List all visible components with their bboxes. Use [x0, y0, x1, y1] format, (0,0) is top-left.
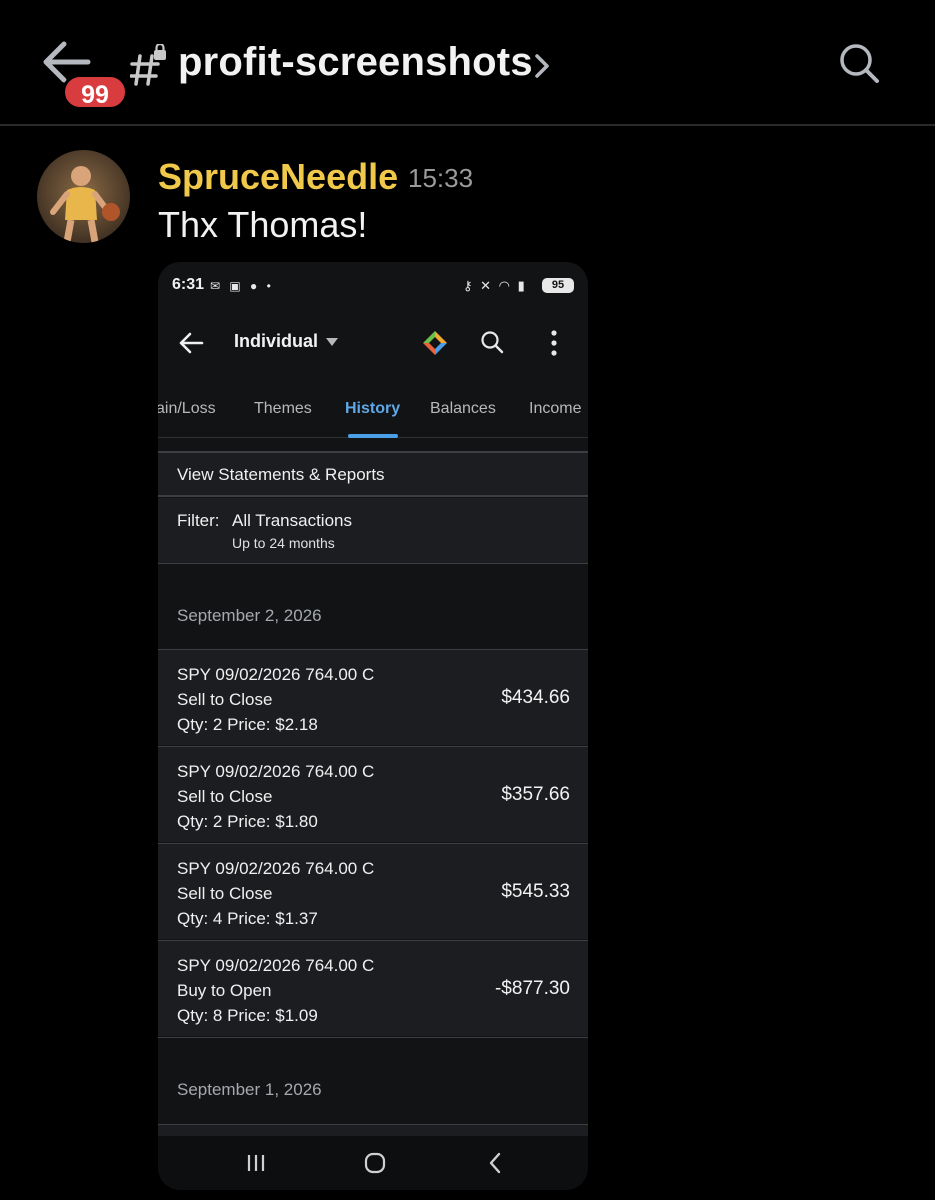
- date-header: September 2, 2026: [177, 606, 322, 625]
- battery-indicator: 95: [542, 278, 574, 293]
- message-username[interactable]: SpruceNeedle: [158, 156, 398, 198]
- tab-balances[interactable]: Balances: [430, 400, 496, 418]
- transaction-details: Qty: 4 Price: $1.37: [177, 909, 318, 928]
- home-icon[interactable]: [364, 1152, 386, 1174]
- transaction-amount: $434.66: [501, 687, 570, 708]
- message-text: Thx Thomas!: [158, 204, 368, 245]
- transaction-row[interactable]: SPY 09/02/2026 764.00 C Buy to Open Qty:…: [158, 940, 588, 1036]
- overflow-menu-icon[interactable]: [542, 328, 566, 358]
- account-selector[interactable]: Individual: [234, 331, 318, 352]
- unread-badge: 99: [62, 74, 128, 110]
- app-bar: Individual: [158, 310, 588, 376]
- app-logo-icon[interactable]: [422, 330, 448, 356]
- recent-apps-icon[interactable]: [246, 1154, 266, 1172]
- transaction-symbol: SPY 09/02/2026 764.00 C: [177, 665, 375, 684]
- transaction-action: Sell to Close: [177, 787, 273, 806]
- transaction-symbol: SPY 09/02/2026 764.00 C: [177, 762, 375, 781]
- transaction-details: Qty: 8 Price: $1.09: [177, 1006, 318, 1025]
- back-chevron-icon[interactable]: [488, 1152, 502, 1174]
- transaction-amount: $545.33: [501, 881, 570, 902]
- system-status-icons: ⚷ ✕ ◠ ▮: [463, 278, 527, 293]
- filter-value: All Transactions: [232, 511, 352, 530]
- transaction-amount: -$877.30: [494, 978, 570, 999]
- search-icon[interactable]: [838, 42, 880, 84]
- tab-income[interactable]: Income: [529, 400, 581, 418]
- transaction-row[interactable]: SPY 09/02/2026 764.00 C Sell to Close Qt…: [158, 649, 588, 745]
- statements-reports-label: View Statements & Reports: [177, 465, 385, 484]
- phone-status-bar: 6:31 ✉ ▣ ● • ⚷ ✕ ◠ ▮ 95: [158, 262, 588, 310]
- transaction-amount: $357.66: [501, 784, 570, 805]
- attached-screenshot[interactable]: 6:31 ✉ ▣ ● • ⚷ ✕ ◠ ▮ 95 Individual ain/L…: [158, 262, 588, 1190]
- filter-range: Up to 24 months: [232, 535, 335, 551]
- chevron-right-icon[interactable]: [532, 52, 552, 80]
- statements-reports-link[interactable]: View Statements & Reports: [158, 451, 588, 497]
- message-timestamp: 15:33: [408, 163, 474, 193]
- list-divider: [158, 1037, 588, 1038]
- tab-bar: ain/Loss Themes History Balances Income: [158, 386, 588, 438]
- status-time: 6:31: [172, 276, 205, 293]
- transaction-details: Qty: 2 Price: $2.18: [177, 715, 318, 734]
- transaction-row[interactable]: SPY 09/02/2026 764.00 C Sell to Close Qt…: [158, 746, 588, 842]
- transaction-row[interactable]: SPY 09/02/2026 764.00 C Sell to Close Qt…: [158, 843, 588, 939]
- date-header: September 1, 2026: [177, 1080, 322, 1099]
- tab-gain-loss[interactable]: ain/Loss: [158, 400, 216, 418]
- user-avatar[interactable]: [37, 150, 130, 243]
- search-icon[interactable]: [480, 330, 504, 354]
- transaction-symbol: SPY 09/02/2026 764.00 C: [177, 859, 375, 878]
- transaction-action: Sell to Close: [177, 884, 273, 903]
- transaction-symbol: SPY 09/02/2026 764.00 C: [177, 956, 375, 975]
- transaction-filter[interactable]: Filter: All Transactions Up to 24 months: [158, 498, 588, 564]
- transaction-row[interactable]: [158, 1124, 588, 1136]
- transaction-action: Sell to Close: [177, 690, 273, 709]
- tab-themes[interactable]: Themes: [254, 400, 312, 418]
- tab-history[interactable]: History: [345, 400, 400, 418]
- android-nav-bar: [158, 1136, 588, 1190]
- transaction-action: Buy to Open: [177, 981, 272, 1000]
- filter-label: Filter:: [177, 511, 220, 530]
- notification-icons: ✉ ▣ ● •: [210, 279, 274, 293]
- caret-down-icon[interactable]: [326, 338, 338, 346]
- channel-hash-lock-icon: [130, 44, 166, 86]
- back-arrow-icon[interactable]: [178, 330, 204, 356]
- channel-header: 99 profit-screenshots: [0, 0, 935, 126]
- active-tab-indicator: [348, 434, 398, 438]
- transaction-details: Qty: 2 Price: $1.80: [177, 812, 318, 831]
- channel-name[interactable]: profit-screenshots: [178, 40, 533, 85]
